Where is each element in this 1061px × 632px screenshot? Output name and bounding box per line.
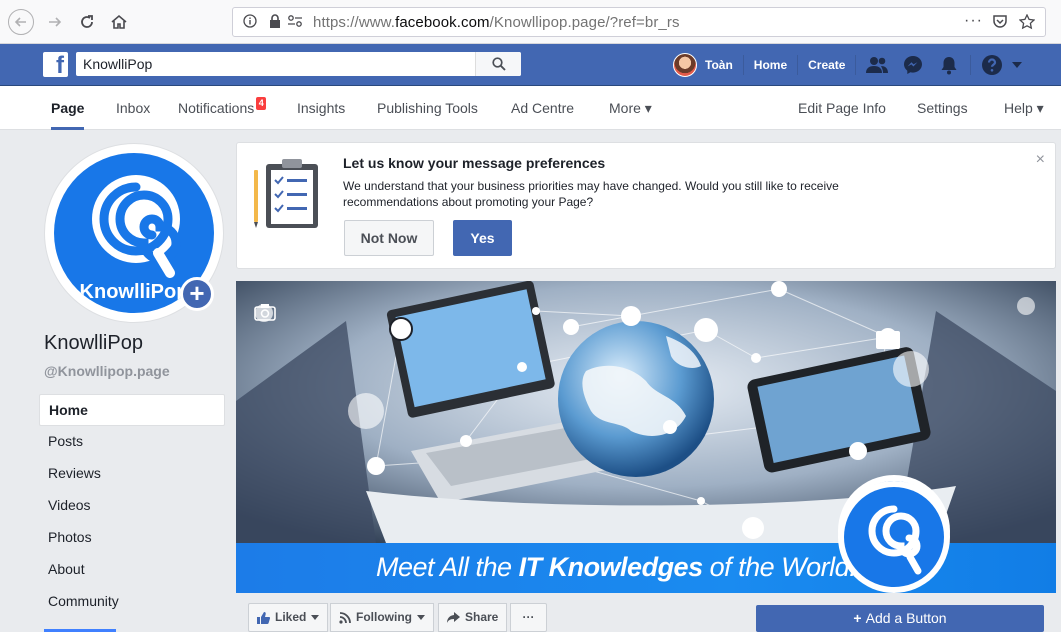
tab-page[interactable]: Page bbox=[51, 86, 85, 130]
tagline-bold: IT Knowledges bbox=[518, 552, 704, 582]
forward-button[interactable] bbox=[42, 9, 68, 35]
side-nav-home[interactable]: Home bbox=[39, 394, 225, 426]
notifications-bell-icon[interactable] bbox=[938, 54, 960, 76]
home-icon bbox=[111, 14, 127, 29]
not-now-button[interactable]: Not Now bbox=[344, 220, 434, 256]
back-button[interactable] bbox=[8, 9, 34, 35]
url-domain: facebook.com bbox=[395, 14, 490, 31]
add-button-label: Add a Button bbox=[865, 610, 947, 626]
tab-more[interactable]: More ▾ bbox=[609, 86, 652, 130]
share-arrow-icon bbox=[447, 612, 460, 623]
permissions-icon[interactable] bbox=[287, 14, 303, 31]
page-username[interactable]: @Knowllipop.page bbox=[44, 363, 170, 379]
messenger-icon[interactable] bbox=[902, 54, 924, 76]
add-a-button[interactable]: + Add a Button bbox=[756, 605, 1044, 632]
url-text[interactable]: https://www.facebook.com/Knowllipop.page… bbox=[313, 14, 680, 31]
tab-insights[interactable]: Insights bbox=[297, 86, 345, 130]
url-prefix: https://www. bbox=[313, 14, 396, 31]
reload-button[interactable] bbox=[74, 9, 100, 35]
lock-icon[interactable] bbox=[269, 14, 281, 32]
thumbs-up-icon bbox=[257, 611, 270, 624]
liked-button[interactable]: Liked bbox=[248, 603, 329, 632]
tagline-start: Meet All the bbox=[376, 552, 519, 582]
cover-logo-overlay bbox=[838, 481, 950, 593]
liked-label: Liked bbox=[275, 610, 307, 624]
cover-photo[interactable]: Meet All the IT Knowledges of the World! bbox=[236, 281, 1056, 593]
side-nav-community[interactable]: Community bbox=[39, 586, 225, 618]
plus-icon: + bbox=[853, 610, 862, 626]
clipboard-checklist-icon bbox=[254, 159, 318, 228]
divider bbox=[742, 55, 744, 75]
chevron-down-icon bbox=[311, 615, 320, 620]
url-bar[interactable]: https://www.facebook.com/Knowllipop.page… bbox=[232, 7, 1046, 37]
chevron-down-icon bbox=[417, 615, 425, 620]
reload-icon bbox=[81, 15, 93, 28]
cover-tagline: Meet All the IT Knowledges of the World! bbox=[376, 552, 857, 583]
share-button[interactable]: Share bbox=[438, 603, 508, 632]
share-label: Share bbox=[465, 610, 499, 624]
page-title[interactable]: KnowlliPop bbox=[44, 332, 143, 355]
close-icon[interactable]: × bbox=[1036, 151, 1045, 169]
home-link[interactable]: Home bbox=[754, 58, 787, 72]
card-title: Let us know your message preferences bbox=[343, 155, 606, 171]
divider bbox=[855, 55, 857, 75]
notification-count-badge: 4 bbox=[256, 97, 267, 110]
side-nav-reviews[interactable]: Reviews bbox=[39, 458, 225, 490]
facebook-header: f Toàn Home Create bbox=[0, 44, 1061, 86]
side-nav-videos[interactable]: Videos bbox=[39, 490, 225, 522]
user-avatar[interactable] bbox=[673, 53, 697, 77]
search-button[interactable] bbox=[475, 52, 521, 76]
friends-icon[interactable] bbox=[866, 54, 889, 76]
tab-publishing-tools[interactable]: Publishing Tools bbox=[377, 86, 478, 130]
arrow-right-icon bbox=[49, 17, 62, 27]
tab-notifications-label: Notifications bbox=[178, 100, 255, 116]
create-link[interactable]: Create bbox=[808, 58, 845, 72]
home-button[interactable] bbox=[106, 9, 132, 35]
search-input[interactable] bbox=[76, 52, 476, 76]
page-actions-menu-icon[interactable]: ··· bbox=[964, 12, 983, 30]
settings-link[interactable]: Settings bbox=[917, 86, 968, 130]
side-nav-photos[interactable]: Photos bbox=[39, 522, 225, 554]
bookmark-star-icon[interactable] bbox=[1018, 13, 1036, 33]
help-icon[interactable] bbox=[981, 54, 1003, 76]
following-button[interactable]: Following bbox=[330, 603, 434, 632]
edit-page-info-link[interactable]: Edit Page Info bbox=[798, 86, 886, 130]
search-icon bbox=[491, 57, 506, 71]
update-profile-picture-button[interactable]: + bbox=[180, 277, 214, 311]
side-nav-posts[interactable]: Posts bbox=[39, 426, 225, 458]
following-label: Following bbox=[356, 610, 412, 624]
info-icon[interactable] bbox=[243, 14, 257, 31]
search-box bbox=[76, 52, 521, 76]
yes-button[interactable]: Yes bbox=[453, 220, 512, 256]
more-actions-button[interactable]: ··· bbox=[510, 603, 547, 632]
rss-icon bbox=[339, 611, 351, 624]
tab-ad-centre[interactable]: Ad Centre bbox=[511, 86, 574, 130]
browser-toolbar: https://www.facebook.com/Knowllipop.page… bbox=[0, 0, 1061, 44]
divider bbox=[970, 55, 972, 75]
tagline-end: of the World! bbox=[702, 552, 857, 582]
divider bbox=[797, 55, 799, 75]
side-nav-about[interactable]: About bbox=[39, 554, 225, 586]
arrow-left-icon bbox=[14, 17, 26, 27]
message-preferences-card: Let us know your message preferences We … bbox=[236, 142, 1056, 269]
pocket-icon[interactable] bbox=[992, 14, 1008, 32]
user-name-link[interactable]: Toàn bbox=[705, 58, 733, 72]
header-user-nav: Toàn Home Create bbox=[673, 44, 1023, 86]
tab-inbox[interactable]: Inbox bbox=[116, 86, 150, 130]
card-description: We understand that your business priorit… bbox=[343, 179, 839, 209]
page-tabs-bar: Page Inbox Notifications 4 Insights Publi… bbox=[0, 86, 1061, 130]
facebook-logo-icon[interactable]: f bbox=[43, 52, 68, 77]
account-menu-icon[interactable] bbox=[1011, 54, 1023, 76]
tab-notifications[interactable]: Notifications 4 bbox=[178, 86, 267, 130]
page-side-nav: Home Posts Reviews Videos Photos About C… bbox=[39, 394, 225, 618]
help-menu-link[interactable]: Help ▾ bbox=[1004, 86, 1044, 130]
url-path: /Knowllipop.page/?ref=br_rs bbox=[489, 14, 680, 31]
camera-icon[interactable] bbox=[254, 303, 276, 321]
profile-logo-text: KnowlliPop bbox=[80, 281, 189, 303]
